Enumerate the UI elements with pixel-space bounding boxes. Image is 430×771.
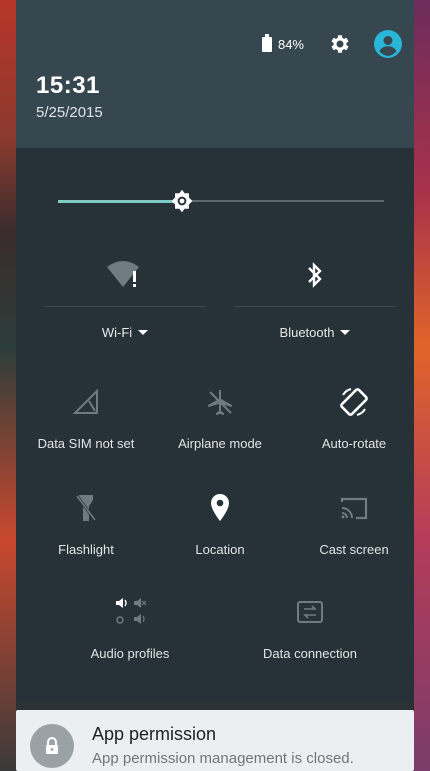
audio-profiles-icon [113,592,147,632]
tile-audio-profiles[interactable]: Audio profiles [60,592,200,672]
brightness-thumb-icon[interactable] [169,188,195,214]
notification-card[interactable]: App permission App permission management… [16,710,414,771]
bluetooth-dropdown[interactable]: Bluetooth [280,325,351,340]
battery-icon [261,33,272,52]
tile-location[interactable]: Location [150,488,290,568]
status-row: 84% [261,30,402,58]
clock-time[interactable]: 15:31 [36,72,100,100]
tile-label: Data connection [263,646,357,661]
flashlight-off-icon [73,488,99,528]
tile-data-connection[interactable]: Data connection [240,592,380,672]
notification-message: App permission management is closed. [92,750,354,767]
signal-no-sim-icon [71,382,101,422]
tile-label: Cast screen [319,542,389,557]
wifi-no-internet-icon [105,252,145,298]
lock-icon [30,724,74,768]
tile-label: Audio profiles [90,646,170,661]
wifi-divider [45,306,205,307]
wallpaper-left-edge [0,0,16,771]
cast-icon [338,488,370,528]
battery-percent: 84% [277,36,304,52]
airplane-icon [205,382,235,422]
tile-label: Flashlight [58,542,114,557]
quick-settings-panel: 84% 15:31 5/25/2015 Wi-Fi Bluetooth Data… [16,0,414,702]
tile-cast-screen[interactable]: Cast screen [284,488,424,568]
tile-label: Auto-rotate [321,436,387,451]
bluetooth-label: Bluetooth [279,325,335,340]
panel-header: 84% 15:31 5/25/2015 [16,0,414,148]
tile-flashlight[interactable]: Flashlight [16,488,156,568]
brightness-fill [58,200,182,203]
chevron-down-icon [138,330,149,335]
bluetooth-divider [235,306,395,307]
wifi-tile[interactable]: Wi-Fi [44,252,206,352]
tile-data-sim[interactable]: Data SIM not set [16,382,156,462]
brightness-slider[interactable] [58,188,384,214]
data-connection-icon [295,592,325,632]
tile-label: Data SIM not set [37,436,135,451]
clock-date[interactable]: 5/25/2015 [36,104,103,121]
notification-title: App permission [92,724,217,744]
user-avatar-icon[interactable] [374,30,402,58]
bluetooth-icon [305,252,325,298]
wifi-label: Wi-Fi [101,325,133,340]
wifi-dropdown[interactable]: Wi-Fi [101,325,149,340]
settings-gear-icon[interactable] [328,32,352,56]
tile-label: Airplane mode [178,436,262,451]
chevron-down-icon [340,330,351,335]
bluetooth-tile[interactable]: Bluetooth [234,252,396,352]
location-pin-icon [208,488,232,528]
tile-auto-rotate[interactable]: Auto-rotate [284,382,424,462]
tile-label: Location [195,542,245,557]
tile-airplane-mode[interactable]: Airplane mode [150,382,290,462]
auto-rotate-icon [337,382,371,422]
